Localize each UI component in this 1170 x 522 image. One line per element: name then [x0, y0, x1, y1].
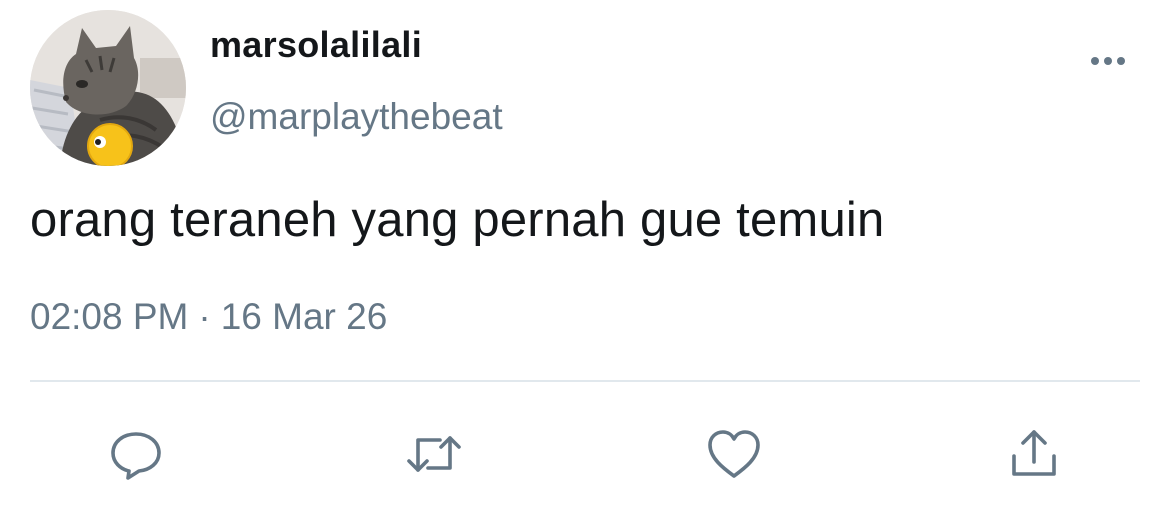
meta-separator: · [198, 296, 211, 337]
tweet-time: 02:08 PM [30, 296, 189, 337]
reply-icon [111, 432, 161, 480]
retweet-button[interactable] [404, 424, 464, 484]
like-button[interactable] [704, 424, 764, 484]
share-icon [1012, 430, 1056, 476]
share-button[interactable] [1004, 424, 1064, 484]
tweet-card: marsolalilali @marplaythebeat orang tera… [0, 0, 1170, 522]
more-dot-icon [1104, 57, 1112, 65]
heart-icon [708, 430, 760, 478]
avatar[interactable] [30, 10, 186, 166]
more-dot-icon [1091, 57, 1099, 65]
more-dot-icon [1117, 57, 1125, 65]
user-handle[interactable]: @marplaythebeat [210, 96, 503, 138]
divider [30, 380, 1140, 382]
retweet-icon [407, 436, 461, 472]
tweet-timestamp[interactable]: 02:08 PM · 16 Mar 26 [30, 296, 387, 338]
tweet-date: 16 Mar 26 [220, 296, 388, 337]
tweet-text: orang teraneh yang pernah gue temuin [30, 193, 885, 247]
cat-avatar-icon [30, 10, 186, 166]
more-options-button[interactable] [1083, 46, 1133, 76]
reply-button[interactable] [106, 424, 166, 484]
display-name[interactable]: marsolalilali [210, 24, 422, 66]
